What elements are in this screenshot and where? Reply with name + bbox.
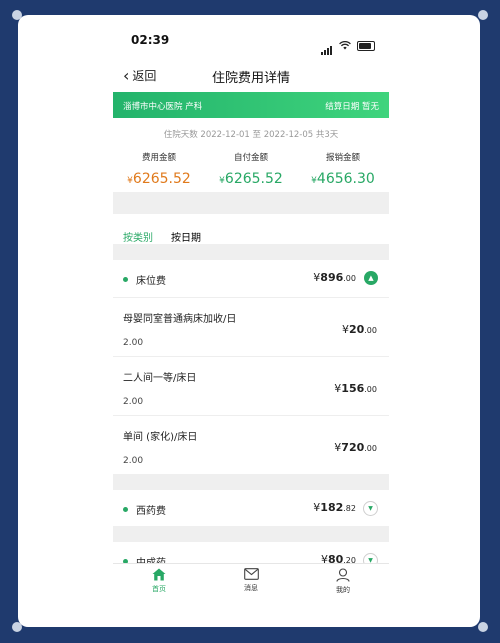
list-item: 单间 (家化)/床日 2.00 ¥720.00 <box>113 415 389 474</box>
tab-profile[interactable]: 我的 <box>297 564 389 610</box>
frame-corner <box>478 622 488 632</box>
total-amount-value: ¥6265.52 <box>127 171 191 187</box>
stay-info: 住院天数 2022-12-01 至 2022-12-05 共3天 <box>163 130 339 140</box>
tab-by-date[interactable]: 按日期 <box>171 229 201 244</box>
hospital-banner: 淄博市中心医院 产科 结算日期 暂无 <box>113 92 389 118</box>
signal-icon <box>321 36 333 55</box>
status-time: 02:39 <box>131 33 170 47</box>
category-dot <box>123 507 128 512</box>
amount-summary: 费用金额 ¥6265.52 自付金额 ¥6265.52 报销金额 ¥4656.3… <box>113 151 389 187</box>
list-item: 母婴同室普通病床加收/日 2.00 ¥20.00 <box>113 297 389 356</box>
nav-bar: ‹ 返回 住院费用详情 <box>113 65 389 89</box>
item-qty: 2.00 <box>123 338 144 348</box>
item-price: ¥156.00 <box>334 382 377 395</box>
item-qty: 2.00 <box>123 397 144 407</box>
reimbursed-amount: 报销金额 ¥4656.30 <box>297 151 389 187</box>
category-name: 床位费 <box>136 276 166 287</box>
tab-profile-label: 我的 <box>336 586 350 594</box>
phone-screen: 02:39 ‹ 返回 住院费用详情 淄博市中心医院 产科 结算日期 暂无 住院天… <box>113 15 389 627</box>
page-title: 住院费用详情 <box>211 71 290 86</box>
status-icons <box>321 36 375 55</box>
category-name: 西药费 <box>136 506 166 517</box>
category-price: ¥182.82 <box>313 501 356 514</box>
wifi-icon <box>339 41 351 50</box>
item-name: 二人间一等/床日 <box>123 373 197 384</box>
section-divider <box>113 244 389 260</box>
section-divider <box>113 192 389 214</box>
reimbursed-value: ¥4656.30 <box>311 171 375 187</box>
section-divider <box>113 526 389 542</box>
tab-home[interactable]: 首页 <box>113 564 205 610</box>
bottom-tab-bar: 首页 消息 我的 <box>113 563 389 610</box>
status-bar: 02:39 <box>113 33 389 55</box>
self-pay-value: ¥6265.52 <box>219 171 283 187</box>
category-row-bed[interactable]: 床位费 ¥896.00 ▲ <box>113 260 389 298</box>
collapse-icon[interactable]: ▲ <box>364 271 378 285</box>
item-qty: 2.00 <box>123 456 144 466</box>
section-divider <box>113 474 389 490</box>
hospital-name: 淄博市中心医院 产科 <box>123 102 203 112</box>
tab-by-category[interactable]: 按类别 <box>123 229 153 244</box>
item-price: ¥20.00 <box>341 323 377 336</box>
tab-messages-label: 消息 <box>244 584 258 592</box>
total-amount-label: 费用金额 <box>141 153 176 163</box>
category-row-western-medicine[interactable]: 西药费 ¥182.82 ▼ <box>113 490 389 528</box>
mail-icon <box>243 568 259 580</box>
tab-home-label: 首页 <box>152 585 166 593</box>
list-item: 二人间一等/床日 2.00 ¥156.00 <box>113 356 389 415</box>
category-price: ¥896.00 <box>313 271 356 284</box>
tab-messages[interactable]: 消息 <box>205 564 297 610</box>
item-price: ¥720.00 <box>334 441 377 454</box>
total-amount: 费用金额 ¥6265.52 <box>113 151 205 187</box>
frame-corner <box>478 10 488 20</box>
item-name: 母婴同室普通病床加收/日 <box>123 314 237 325</box>
device-frame: 02:39 ‹ 返回 住院费用详情 淄博市中心医院 产科 结算日期 暂无 住院天… <box>18 15 480 627</box>
home-icon <box>152 568 166 581</box>
item-name: 单间 (家化)/床日 <box>123 432 198 443</box>
user-icon <box>336 568 350 582</box>
self-pay-label: 自付金额 <box>233 153 268 163</box>
battery-icon <box>357 40 375 51</box>
reimbursed-label: 报销金额 <box>325 153 360 163</box>
category-dot <box>123 277 128 282</box>
settle-date: 结算日期 暂无 <box>325 102 379 112</box>
self-pay-amount: 自付金额 ¥6265.52 <box>205 151 297 187</box>
expand-icon[interactable]: ▼ <box>363 501 378 516</box>
